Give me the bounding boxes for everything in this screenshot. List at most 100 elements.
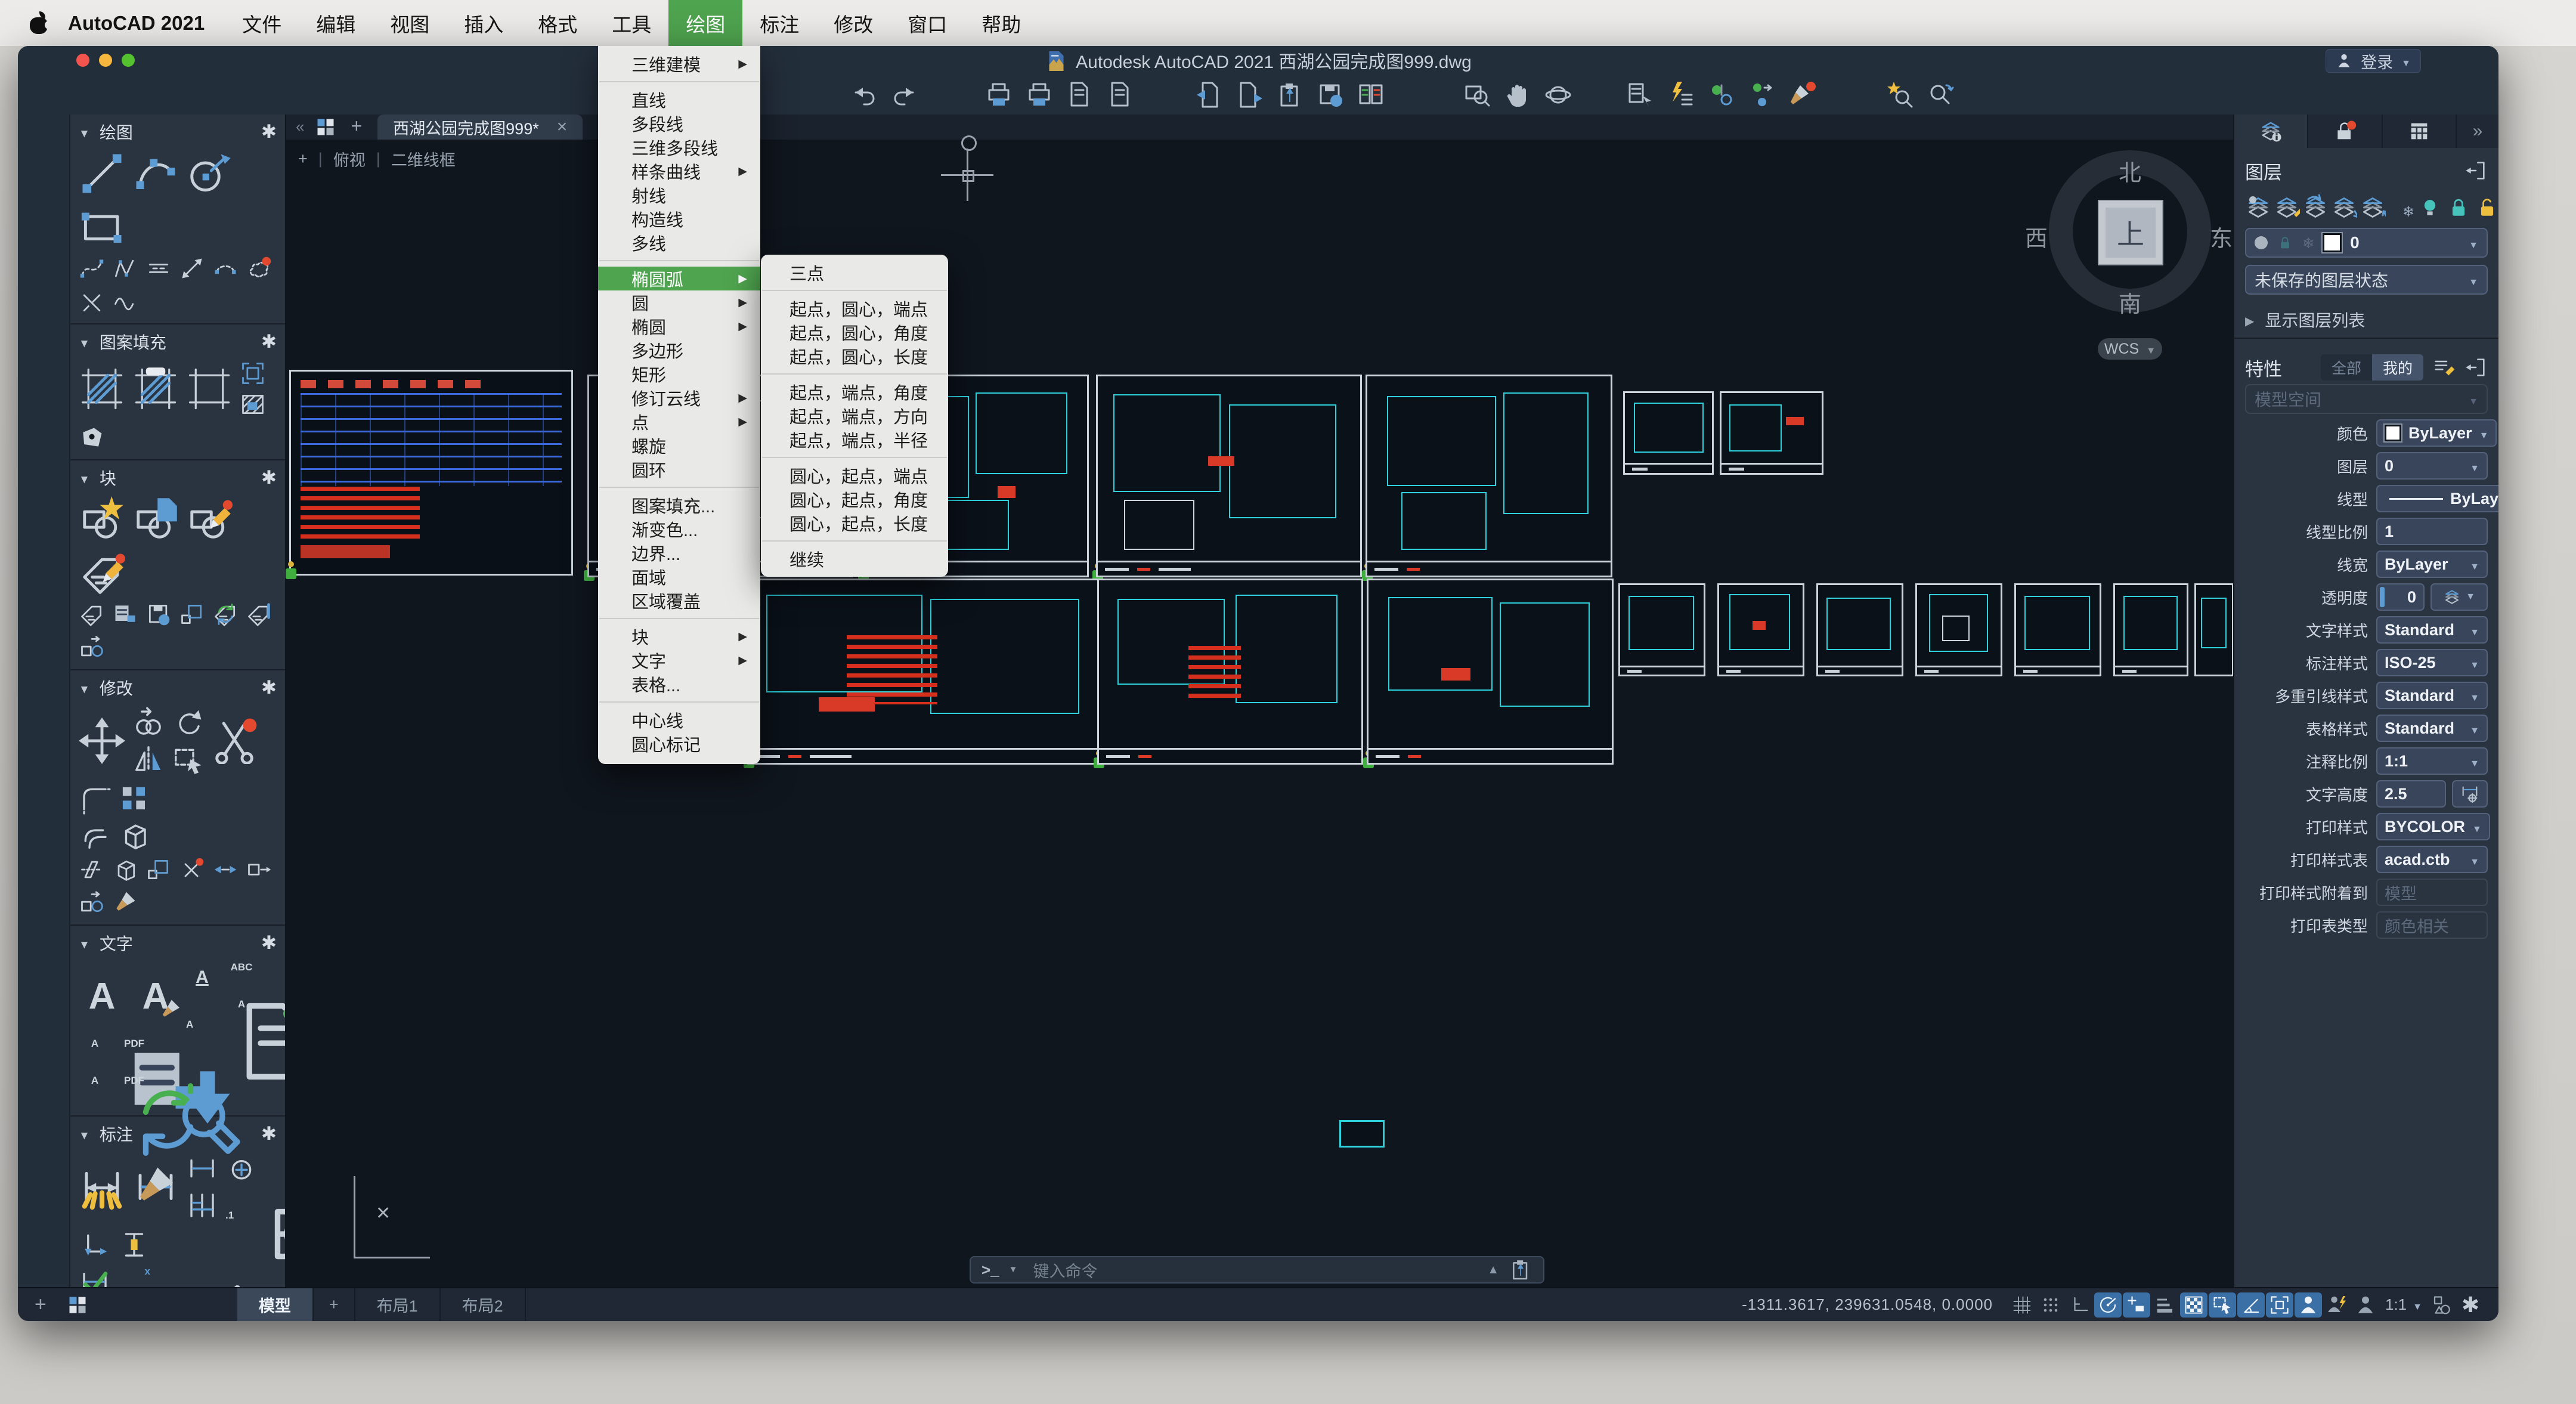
close-button[interactable]: [76, 54, 89, 67]
text-height-input[interactable]: 2.5: [2376, 780, 2446, 808]
command-line[interactable]: >_ 键入命令: [970, 1256, 1544, 1284]
menu-item[interactable]: 中心线: [598, 708, 760, 732]
submenu-item[interactable]: 起点，圆心，端点: [761, 296, 948, 320]
spell-check-icon[interactable]: ABC: [225, 961, 258, 994]
polar-tracking-toggle[interactable]: [2094, 1292, 2122, 1318]
menu-item-elliptical-arc[interactable]: 椭圆弧: [598, 267, 760, 290]
layer-match-icon[interactable]: [2274, 194, 2300, 221]
sign-in-button[interactable]: 登录: [2326, 49, 2421, 73]
annotation-visibility-toggle[interactable]: [2295, 1292, 2322, 1318]
submenu-item[interactable]: 三点: [761, 261, 948, 284]
viewcube-north[interactable]: 北: [2106, 154, 2154, 187]
menu-item[interactable]: 圆: [598, 290, 760, 314]
move-icon[interactable]: [79, 718, 125, 764]
show-layer-list[interactable]: 显示图层列表: [2245, 308, 2488, 332]
annotation-monitor-toggle[interactable]: [2266, 1292, 2293, 1318]
angular-dimension-icon[interactable]: x: [118, 1266, 150, 1288]
text-update-icon[interactable]: A: [79, 1075, 111, 1107]
layer-dropdown[interactable]: 0: [2376, 452, 2488, 480]
pdf-import-icon[interactable]: PDF: [118, 1038, 150, 1070]
match-properties-button[interactable]: [1788, 81, 1817, 109]
fillet-icon[interactable]: [79, 783, 111, 815]
minimize-button[interactable]: [99, 54, 112, 67]
viewport-view-label[interactable]: 俯视: [333, 147, 366, 171]
attribute-display-icon[interactable]: [112, 601, 138, 627]
pick-text-height-button[interactable]: [2452, 780, 2488, 808]
gear-icon[interactable]: [261, 677, 277, 698]
dynamic-input-toggle[interactable]: [2237, 1292, 2265, 1318]
current-layer-dropdown[interactable]: 0: [2245, 228, 2488, 258]
menu-item[interactable]: 直线: [598, 88, 760, 112]
offset-icon[interactable]: [79, 819, 111, 852]
trim-icon[interactable]: [211, 718, 258, 764]
submenu-item[interactable]: 起点，圆心，长度: [761, 344, 948, 368]
menu-insert[interactable]: 插入: [447, 0, 521, 46]
settings-gear-icon[interactable]: [2457, 1291, 2484, 1319]
wipeout-icon[interactable]: [240, 391, 266, 418]
point-style-button[interactable]: [1748, 81, 1776, 109]
more-panels-icon[interactable]: [2457, 115, 2498, 148]
zoom-button[interactable]: [122, 54, 135, 67]
menu-item[interactable]: 多段线: [598, 112, 760, 135]
submenu-item[interactable]: 圆心，起点，长度: [761, 511, 948, 535]
zoom-tool-button[interactable]: [1463, 81, 1491, 109]
undo-button[interactable]: [850, 81, 878, 109]
menu-draw[interactable]: 绘图: [668, 0, 742, 46]
menu-item[interactable]: 图案填充...: [598, 493, 760, 517]
pdf-settings-icon[interactable]: PDF: [118, 1075, 150, 1107]
lineweight-dropdown[interactable]: ByLayer: [2376, 551, 2488, 578]
tab-references[interactable]: [2308, 115, 2382, 148]
insert-block-icon[interactable]: [79, 496, 125, 543]
text-table-icon[interactable]: A: [79, 1038, 111, 1070]
properties-button[interactable]: [1626, 81, 1655, 109]
add-palette-icon[interactable]: [35, 1293, 47, 1316]
convert-block-icon[interactable]: [79, 635, 105, 661]
gradient-icon[interactable]: [186, 366, 233, 412]
sync-attributes-icon[interactable]: [212, 601, 239, 627]
menu-item[interactable]: 面域: [598, 565, 760, 589]
auto-scale-toggle[interactable]: [2323, 1292, 2351, 1318]
text-style-dropdown[interactable]: Standard: [2376, 616, 2488, 644]
baseline-dimension-icon[interactable]: [186, 1189, 218, 1221]
collapse-icon[interactable]: [79, 933, 90, 953]
gear-icon[interactable]: [261, 467, 277, 488]
explode-icon[interactable]: [118, 819, 150, 852]
new-drawing-tab[interactable]: +: [351, 115, 362, 137]
find-replace-button[interactable]: [1926, 81, 1955, 109]
orbit-tool-button[interactable]: [1544, 81, 1572, 109]
plot-settings-button[interactable]: [1066, 81, 1094, 109]
3d-align-icon[interactable]: [112, 856, 138, 883]
edit-attribute-icon[interactable]: [79, 550, 125, 596]
replace-block-icon[interactable]: [246, 601, 272, 627]
define-attribute-icon[interactable]: [79, 601, 105, 627]
menu-item[interactable]: 区域覆盖: [598, 589, 760, 613]
mtext-icon[interactable]: A: [79, 973, 125, 1019]
drawing-tab-active[interactable]: 西湖公园完成图999*: [377, 115, 583, 140]
menu-help[interactable]: 帮助: [964, 0, 1038, 46]
measure-icon[interactable]: [179, 255, 205, 282]
submenu-item[interactable]: 圆心，起点，端点: [761, 463, 948, 487]
annotation-scale-value[interactable]: 1:1: [2385, 1295, 2422, 1314]
compare-button[interactable]: [1357, 81, 1385, 109]
menu-item[interactable]: 边界...: [598, 541, 760, 565]
dimension-check-icon[interactable]: [79, 1266, 111, 1288]
snap-toggle[interactable]: [2037, 1292, 2064, 1318]
layer-unisolate-icon[interactable]: [2360, 194, 2386, 221]
ortho-toggle[interactable]: [2066, 1292, 2093, 1318]
menu-format[interactable]: 格式: [521, 0, 595, 46]
spline-icon[interactable]: [79, 255, 105, 282]
import-button[interactable]: [1194, 81, 1223, 109]
line-icon[interactable]: [79, 150, 125, 197]
space-dropdown[interactable]: 模型空间: [2245, 384, 2488, 414]
menu-item[interactable]: 三维多段线: [598, 135, 760, 159]
tab-layout1[interactable]: 布局1: [355, 1288, 441, 1321]
arc-icon[interactable]: [132, 150, 179, 197]
divide-icon[interactable]: [79, 289, 105, 315]
erase-brush-icon[interactable]: [112, 890, 138, 916]
menu-view[interactable]: 视图: [373, 0, 447, 46]
submenu-item[interactable]: 起点，端点，方向: [761, 404, 948, 428]
print-button[interactable]: [984, 81, 1013, 109]
gear-icon[interactable]: [261, 121, 277, 143]
menu-item[interactable]: 渐变色...: [598, 517, 760, 541]
viewcube-top-face[interactable]: 上: [2098, 200, 2163, 265]
